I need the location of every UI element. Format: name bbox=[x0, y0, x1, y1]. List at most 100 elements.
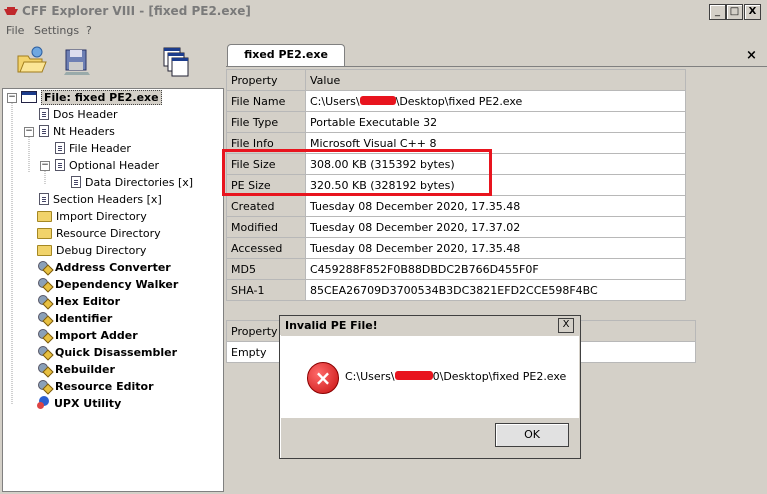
tool-icon bbox=[37, 294, 51, 307]
app-icon bbox=[4, 7, 18, 15]
tree-item-quick-disassembler[interactable]: Quick Disassembler bbox=[37, 344, 177, 361]
tree-item-data-directories[interactable]: Data Directories [x] bbox=[71, 174, 193, 191]
property-cell: Created bbox=[226, 195, 306, 217]
property-cell: Modified bbox=[226, 216, 306, 238]
tab-fixed-pe2[interactable]: fixed PE2.exe bbox=[227, 44, 345, 67]
value-text: C:\Users\ bbox=[310, 94, 360, 108]
tree-label: Import Directory bbox=[56, 210, 147, 223]
message-text: 0\Desktop\fixed PE2.exe bbox=[432, 370, 567, 383]
document-icon bbox=[39, 193, 49, 205]
window-icon bbox=[21, 91, 37, 103]
tree-label: Address Converter bbox=[55, 261, 171, 274]
table-row[interactable]: File Name C:\Users\ \Desktop\fixed PE2.ex… bbox=[226, 90, 686, 112]
highlight-box bbox=[222, 149, 492, 196]
minimize-button[interactable]: _ bbox=[709, 4, 726, 20]
tree-label: Dependency Walker bbox=[55, 278, 179, 291]
tree-item-dependency-walker[interactable]: Dependency Walker bbox=[37, 276, 178, 293]
menu-help[interactable]: ? bbox=[86, 24, 92, 37]
value-cell[interactable]: Portable Executable 32 bbox=[305, 111, 686, 133]
tree-item-import-adder[interactable]: Import Adder bbox=[37, 327, 138, 344]
document-icon bbox=[39, 125, 49, 137]
folder-icon bbox=[37, 228, 52, 239]
tool-icon bbox=[37, 311, 51, 324]
expand-optional-header-icon[interactable]: − bbox=[40, 161, 50, 171]
value-cell[interactable]: C:\Users\ \Desktop\fixed PE2.exe bbox=[305, 90, 686, 112]
table-row[interactable]: Accessed Tuesday 08 December 2020, 17.35.… bbox=[226, 237, 686, 259]
upx-icon bbox=[37, 396, 50, 409]
windows-icon[interactable] bbox=[158, 44, 192, 78]
tool-icon bbox=[37, 345, 51, 358]
property-cell: File Name bbox=[226, 90, 306, 112]
property-cell: File Type bbox=[226, 111, 306, 133]
tree-label: Quick Disassembler bbox=[55, 346, 178, 359]
tree-label: Rebuilder bbox=[55, 363, 115, 376]
column-header-property[interactable]: Property bbox=[226, 320, 286, 342]
tree-item-dos-header[interactable]: Dos Header bbox=[39, 106, 117, 123]
table-row[interactable]: File Type Portable Executable 32 bbox=[226, 111, 686, 133]
table-row[interactable]: MD5 C459288F852F0B88DBDC2B766D455F0F bbox=[226, 258, 686, 280]
tree-label: Nt Headers bbox=[53, 125, 115, 138]
column-header-property[interactable]: Property bbox=[226, 69, 306, 91]
tree-item-import-directory[interactable]: Import Directory bbox=[37, 208, 147, 225]
tab-close-button[interactable]: × bbox=[746, 48, 757, 63]
save-icon[interactable] bbox=[60, 44, 94, 78]
invalid-pe-dialog[interactable]: Invalid PE File! X × C:\Users\ 0\Desktop\… bbox=[279, 315, 581, 459]
table-row[interactable]: Modified Tuesday 08 December 2020, 17.37.… bbox=[226, 216, 686, 238]
menu-settings[interactable]: Settings bbox=[34, 24, 79, 37]
document-icon bbox=[55, 159, 65, 171]
window-title: CFF Explorer VIII - [fixed PE2.exe] bbox=[22, 4, 251, 18]
tree-panel[interactable]: − File: fixed PE2.exe Dos Header − Nt He… bbox=[2, 88, 224, 492]
value-cell[interactable]: 85CEA26709D3700534B3DC3821EFD2CCE598F4BC bbox=[305, 279, 686, 301]
dialog-body: × C:\Users\ 0\Desktop\fixed PE2.exe bbox=[281, 336, 579, 418]
tree-label: Hex Editor bbox=[55, 295, 120, 308]
open-icon[interactable] bbox=[14, 44, 48, 78]
tree-item-file-header[interactable]: File Header bbox=[55, 140, 131, 157]
tree-label: Optional Header bbox=[69, 159, 160, 172]
tree-item-hex-editor[interactable]: Hex Editor bbox=[37, 293, 120, 310]
tree-label: UPX Utility bbox=[54, 397, 122, 410]
menu-file[interactable]: File bbox=[6, 24, 24, 37]
tree-label: Resource Directory bbox=[56, 227, 161, 240]
tool-icon bbox=[37, 379, 51, 392]
ok-button[interactable]: OK bbox=[495, 423, 569, 447]
tree-label: Import Adder bbox=[55, 329, 138, 342]
expand-root-icon[interactable]: − bbox=[7, 93, 17, 103]
close-button[interactable]: X bbox=[744, 4, 761, 20]
tree-item-section-headers[interactable]: Section Headers [x] bbox=[39, 191, 162, 208]
tree-label: Dos Header bbox=[53, 108, 118, 121]
tree-root-label: File: fixed PE2.exe bbox=[41, 90, 162, 105]
dialog-close-button[interactable]: X bbox=[558, 318, 574, 333]
maximize-button[interactable]: □ bbox=[726, 4, 743, 20]
value-cell[interactable]: C459288F852F0B88DBDC2B766D455F0F bbox=[305, 258, 686, 280]
tree-item-nt-headers[interactable]: Nt Headers bbox=[39, 123, 115, 140]
message-text: C:\Users\ bbox=[345, 370, 395, 383]
tree-item-address-converter[interactable]: Address Converter bbox=[37, 259, 171, 276]
tree-item-upx-utility[interactable]: UPX Utility bbox=[37, 395, 121, 412]
dialog-message: C:\Users\ 0\Desktop\fixed PE2.exe bbox=[345, 370, 566, 383]
table-row[interactable]: SHA-1 85CEA26709D3700534B3DC3821EFD2CCE59… bbox=[226, 279, 686, 301]
value-cell[interactable]: Tuesday 08 December 2020, 17.37.02 bbox=[305, 216, 686, 238]
folder-icon bbox=[37, 211, 52, 222]
tree-root[interactable]: File: fixed PE2.exe bbox=[21, 89, 162, 106]
column-header-value[interactable]: Value bbox=[305, 69, 686, 91]
tree-item-identifier[interactable]: Identifier bbox=[37, 310, 112, 327]
dialog-title-bar[interactable]: Invalid PE File! X bbox=[280, 316, 580, 335]
expand-nt-headers-icon[interactable]: − bbox=[24, 127, 34, 137]
value-text: \Desktop\fixed PE2.exe bbox=[395, 94, 523, 108]
value-cell[interactable]: Tuesday 08 December 2020, 17.35.48 bbox=[305, 195, 686, 217]
table-row[interactable]: Created Tuesday 08 December 2020, 17.35.4… bbox=[226, 195, 686, 217]
tree-item-debug-directory[interactable]: Debug Directory bbox=[37, 242, 146, 259]
tool-icon bbox=[37, 362, 51, 375]
tool-icon bbox=[37, 260, 51, 273]
title-bar[interactable]: CFF Explorer VIII - [fixed PE2.exe] _ □ … bbox=[0, 0, 767, 22]
property-cell: SHA-1 bbox=[226, 279, 306, 301]
value-cell[interactable]: Tuesday 08 December 2020, 17.35.48 bbox=[305, 237, 686, 259]
tree-item-optional-header[interactable]: Optional Header bbox=[55, 157, 159, 174]
tree-item-resource-directory[interactable]: Resource Directory bbox=[37, 225, 161, 242]
document-icon bbox=[39, 108, 49, 120]
tree-item-resource-editor[interactable]: Resource Editor bbox=[37, 378, 154, 395]
tool-icon bbox=[37, 328, 51, 341]
tree-item-rebuilder[interactable]: Rebuilder bbox=[37, 361, 115, 378]
tree-label: Identifier bbox=[55, 312, 113, 325]
dialog-title: Invalid PE File! bbox=[285, 319, 378, 332]
